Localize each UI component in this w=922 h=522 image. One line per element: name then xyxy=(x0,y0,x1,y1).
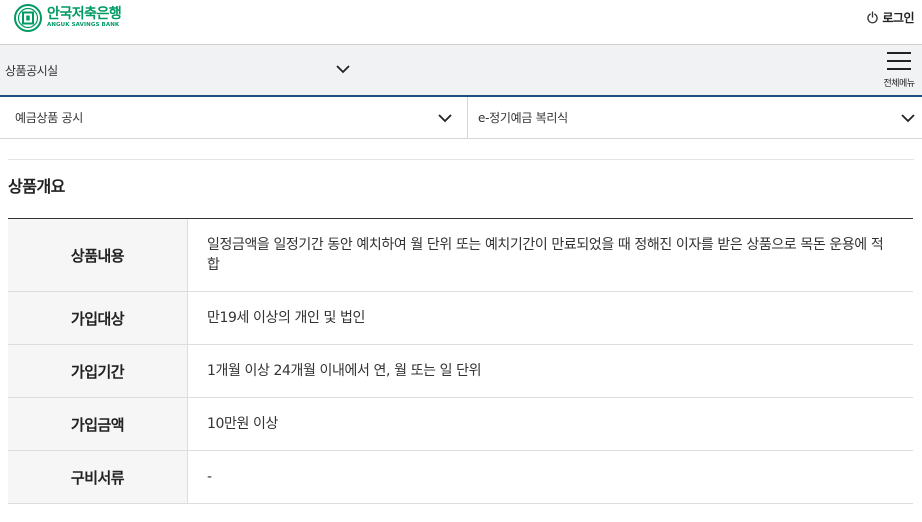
login-button[interactable]: 로그인 xyxy=(866,9,914,26)
row-header: 가입금액 xyxy=(8,398,188,450)
product-name-label: e-정기예금 복리식 xyxy=(478,111,568,125)
power-icon xyxy=(867,11,879,24)
row-value: 10만원 이상 xyxy=(207,416,278,432)
section-title: 상품개요 xyxy=(8,177,65,196)
all-menu-label: 전체메뉴 xyxy=(883,79,915,89)
chevron-down-icon xyxy=(438,114,452,123)
table-row: 상품내용 일정금액을 일정기간 동안 예치하여 월 단위 또는 예치기간이 만료… xyxy=(8,219,913,292)
bank-logo[interactable]: 안국저축은행 ANGUK SAVINGS BANK xyxy=(14,3,122,33)
chevron-down-icon xyxy=(901,114,915,123)
table-row: 가입금액 10만원 이상 xyxy=(8,398,913,451)
site-header: 안국저축은행 ANGUK SAVINGS BANK 로그인 xyxy=(0,0,922,45)
row-value: 일정금액을 일정기간 동안 예치하여 월 단위 또는 예치기간이 만료되었을 때… xyxy=(207,237,884,273)
product-category-dropdown[interactable]: 예금상품 공시 xyxy=(0,97,468,138)
menu-bar: 상품공시실 전체메뉴 xyxy=(0,45,922,97)
chevron-down-icon[interactable] xyxy=(335,63,351,75)
table-row: 가입기간 1개월 이상 24개월 이내에서 연, 월 또는 일 단위 xyxy=(8,345,913,398)
product-overview-table: 상품내용 일정금액을 일정기간 동안 예치하여 월 단위 또는 예치기간이 만료… xyxy=(8,218,913,504)
row-header: 구비서류 xyxy=(8,451,188,503)
sub-menu-bar: 예금상품 공시 e-정기예금 복리식 xyxy=(0,97,922,139)
logo-text: 안국저축은행 ANGUK SAVINGS BANK xyxy=(47,6,122,29)
table-row: 구비서류 - xyxy=(8,451,913,504)
product-category-label: 예금상품 공시 xyxy=(15,111,83,125)
row-value: 1개월 이상 24개월 이내에서 연, 월 또는 일 단위 xyxy=(207,363,482,379)
hamburger-menu-icon xyxy=(887,52,911,70)
logo-english-name: ANGUK SAVINGS BANK xyxy=(47,22,120,29)
table-row: 가입대상 만19세 이상의 개인 및 법인 xyxy=(8,292,913,345)
row-value: 만19세 이상의 개인 및 법인 xyxy=(207,310,366,326)
all-menu-button[interactable]: 전체메뉴 xyxy=(881,50,917,92)
bank-logo-mark-icon xyxy=(14,4,42,32)
row-header: 가입대상 xyxy=(8,292,188,344)
login-label: 로그인 xyxy=(882,11,914,25)
content-divider xyxy=(8,159,914,160)
row-header: 가입기간 xyxy=(8,345,188,397)
row-header: 상품내용 xyxy=(8,219,188,291)
row-value: - xyxy=(207,469,212,485)
product-name-dropdown[interactable]: e-정기예금 복리식 xyxy=(468,97,922,138)
menu-current-label: 상품공시실 xyxy=(5,64,58,78)
logo-korean-name: 안국저축은행 xyxy=(47,6,122,23)
